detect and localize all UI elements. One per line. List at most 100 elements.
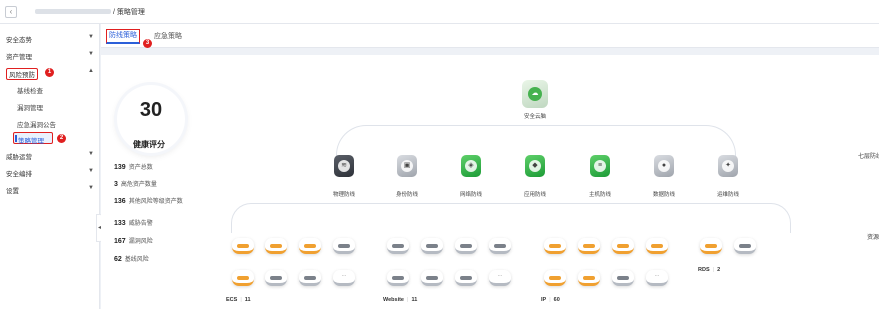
- asset-icon[interactable]: [734, 238, 756, 254]
- stat-label: 基线风险: [124, 257, 149, 263]
- sidebar-item-label: 风险预防: [6, 68, 38, 80]
- asset-icon[interactable]: [265, 270, 287, 286]
- security-brain-node[interactable]: ☁: [522, 80, 548, 108]
- active-item-highlight: 策略管理: [13, 132, 53, 145]
- asset-icon[interactable]: [232, 270, 254, 286]
- breadcrumb-current: 策略管理: [116, 9, 145, 16]
- stat-total-assets: 139 资产总数: [114, 162, 153, 171]
- asset-icon[interactable]: [421, 238, 443, 254]
- security-brain-label: 安全云脑: [523, 114, 546, 120]
- asset-icon[interactable]: [578, 270, 600, 286]
- defense-node-data[interactable]: ●: [654, 155, 674, 177]
- defense-node-network[interactable]: ◈: [461, 155, 481, 177]
- asset-icon[interactable]: [387, 238, 409, 254]
- stat-label: 高危资产数量: [120, 182, 157, 188]
- asset-icon[interactable]: [333, 238, 355, 254]
- sidebar-item-baseline-check[interactable]: 基线检查: [0, 82, 100, 98]
- breadcrumb: / 策略管理: [113, 9, 145, 16]
- defense-node-identity[interactable]: ▣: [397, 155, 417, 177]
- asset-icon[interactable]: [455, 238, 477, 254]
- chevron-down-icon: ▼: [88, 51, 94, 57]
- asset-icon[interactable]: [421, 270, 443, 286]
- sidebar-item-label: 安全态势: [6, 37, 32, 44]
- sidebar-item-threat-operations[interactable]: 威胁运营 ▼: [0, 148, 100, 164]
- breadcrumb-hidden: [35, 9, 111, 14]
- sidebar-item-policy-management[interactable]: 策略管理 2: [0, 131, 100, 147]
- asset-icon[interactable]: [232, 238, 254, 254]
- defense-node-host[interactable]: ≡: [590, 155, 610, 177]
- asset-group-name: ECS: [226, 297, 238, 303]
- chevron-down-icon: ▼: [88, 185, 94, 191]
- sidebar-item-vulnerability-management[interactable]: 漏洞管理: [0, 99, 100, 115]
- stat-threat-alerts: 133 威胁告警: [114, 218, 153, 227]
- stat-value: 3: [114, 181, 118, 188]
- layers-icon: ≋: [338, 160, 350, 172]
- asset-more-icon[interactable]: ···: [333, 270, 355, 286]
- sidebar-item-security-orchestration[interactable]: 安全编排 ▼: [0, 165, 100, 181]
- defense-node-application[interactable]: ◆: [525, 155, 545, 177]
- tab-emergency-policy[interactable]: 应急策略: [154, 31, 182, 41]
- chevron-left-icon: ‹: [9, 7, 13, 16]
- asset-group-name: Website: [383, 297, 404, 303]
- asset-group-ecs[interactable]: ECS | 11: [226, 297, 251, 303]
- defense-node-label: 数据防线: [652, 192, 675, 198]
- chevron-down-icon: ▼: [88, 151, 94, 157]
- defense-node-operations[interactable]: ✦: [718, 155, 738, 177]
- asset-group-website[interactable]: Website | 11: [383, 297, 417, 303]
- asset-icon[interactable]: [544, 238, 566, 254]
- asset-tree-connector: [231, 203, 791, 233]
- tab-defense-policy[interactable]: 防线策略: [106, 29, 140, 44]
- sidebar-item-settings[interactable]: 设置 ▼: [0, 182, 100, 198]
- id-card-icon: ▣: [401, 160, 413, 172]
- defense-node-physical[interactable]: ≋: [334, 155, 354, 177]
- asset-icon[interactable]: [489, 238, 511, 254]
- host-icon: ≡: [594, 160, 606, 172]
- sidebar-item-label: 基线检查: [17, 88, 43, 95]
- stat-other-risk-assets: 136 其他风险等级资产数: [114, 196, 183, 205]
- sidebar-item-label: 策略管理: [18, 138, 44, 145]
- asset-icon[interactable]: [265, 238, 287, 254]
- sidebar-item-label: 漏洞管理: [17, 105, 43, 112]
- asset-more-icon[interactable]: ···: [489, 270, 511, 286]
- chevron-down-icon: ▼: [88, 168, 94, 174]
- asset-icon[interactable]: [544, 270, 566, 286]
- stat-high-risk-assets: 3 高危资产数量: [114, 179, 157, 188]
- asset-icon[interactable]: [612, 270, 634, 286]
- sidebar-item-risk-prevention[interactable]: 风险预防 1 ▲: [0, 65, 100, 81]
- sidebar: 安全态势 ▼ 资产管理 ▼ 风险预防 1 ▲ 基线检查 漏洞管理 应急漏洞公告 …: [0, 24, 100, 309]
- asset-group-ip[interactable]: IP | 60: [541, 297, 560, 303]
- asset-icon[interactable]: [299, 238, 321, 254]
- asset-icon[interactable]: [299, 270, 321, 286]
- stat-label: 威胁告警: [128, 221, 153, 227]
- stat-value: 139: [114, 164, 126, 171]
- asset-icon[interactable]: [612, 238, 634, 254]
- sidebar-item-label: 设置: [6, 188, 19, 195]
- defense-overview-panel: 30 健康评分 139 资产总数 3 高危资产数量 136 其他风险等级资产数 133…: [101, 55, 879, 309]
- sidebar-item-label: 安全编排: [6, 171, 32, 178]
- step-badge: 2: [57, 134, 66, 143]
- asset-icon[interactable]: [700, 238, 722, 254]
- defense-node-label: 网络防线: [459, 192, 482, 198]
- sidebar-item-label: 应急漏洞公告: [17, 122, 56, 129]
- active-indicator: [15, 135, 17, 142]
- sidebar-item-security-posture[interactable]: 安全态势 ▼: [0, 31, 100, 47]
- asset-more-icon[interactable]: ···: [646, 270, 668, 286]
- asset-group-count: 60: [553, 297, 560, 303]
- sidebar-item-label: 威胁运营: [6, 154, 32, 161]
- stat-baseline-risks: 62 基线风险: [114, 254, 149, 263]
- asset-icon[interactable]: [578, 238, 600, 254]
- defense-node-label: 运维防线: [716, 192, 739, 198]
- asset-icon[interactable]: [646, 238, 668, 254]
- asset-group-rds[interactable]: RDS | 2: [698, 267, 720, 273]
- sidebar-item-asset-management[interactable]: 资产管理 ▼: [0, 48, 100, 64]
- app-icon: ◆: [529, 160, 541, 172]
- asset-icon[interactable]: [455, 270, 477, 286]
- stat-label: 其他风险等级资产数: [128, 199, 183, 205]
- back-button[interactable]: ‹: [5, 6, 17, 18]
- asset-group-count: 11: [411, 297, 418, 303]
- asset-icon[interactable]: [387, 270, 409, 286]
- defense-node-label: 物理防线: [332, 192, 355, 198]
- asset-group-count: 11: [244, 297, 251, 303]
- sidebar-item-emergency-vuln-notice[interactable]: 应急漏洞公告: [0, 116, 100, 132]
- stat-label: 资产总数: [128, 165, 153, 171]
